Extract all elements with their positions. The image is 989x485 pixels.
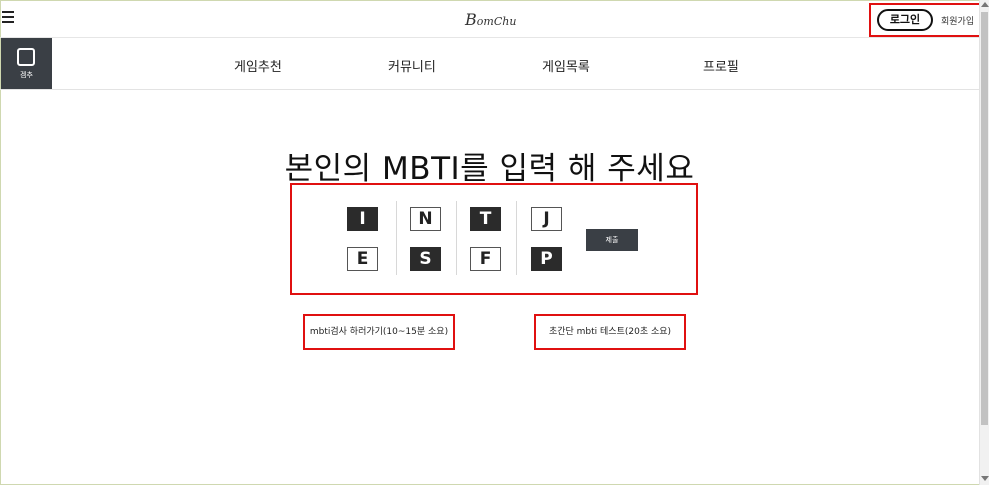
mbti-option-j[interactable]: J: [531, 207, 562, 231]
nav-item-community[interactable]: 커뮤니티: [388, 56, 436, 75]
mbti-option-e[interactable]: E: [347, 247, 378, 271]
logo-mark: B: [465, 10, 477, 29]
site-logo[interactable]: BomChu: [465, 10, 516, 29]
brand-label: 겜추: [20, 71, 33, 79]
scroll-down-arrow-icon[interactable]: [981, 476, 989, 481]
brand-home-button[interactable]: 겜추: [1, 38, 52, 89]
hamburger-menu-icon[interactable]: [2, 9, 16, 25]
mbti-option-p[interactable]: P: [531, 247, 562, 271]
login-button[interactable]: 로그인: [877, 9, 933, 31]
top-header: BomChu 로그인 회원가입: [0, 0, 981, 38]
scroll-up-arrow-icon[interactable]: [981, 2, 989, 7]
nav-item-profile[interactable]: 프로필: [703, 56, 739, 75]
brand-square-icon: [17, 48, 35, 66]
vertical-scrollbar[interactable]: [979, 0, 989, 485]
mbti-option-f[interactable]: F: [470, 247, 501, 271]
mbti-option-i[interactable]: I: [347, 207, 378, 231]
mbti-option-s[interactable]: S: [410, 247, 441, 271]
mbti-full-test-link[interactable]: mbti검사 하러가기(10~15분 소요): [303, 314, 455, 350]
logo-text: omChu: [476, 15, 517, 28]
nav-item-game-recommend[interactable]: 게임추천: [234, 56, 282, 75]
mbti-selector: I E N S T F J P 제출: [290, 183, 698, 295]
mbti-column-ns: N S: [396, 201, 456, 275]
mbti-column-tf: T F: [456, 201, 516, 275]
mbti-option-t[interactable]: T: [470, 207, 501, 231]
scroll-thumb[interactable]: [981, 12, 988, 425]
mbti-option-n[interactable]: N: [410, 207, 441, 231]
submit-button[interactable]: 제출: [586, 229, 638, 251]
main-nav: 겜추 게임추천 커뮤니티 게임목록 프로필: [0, 38, 979, 90]
mbti-column-jp: J P: [516, 201, 576, 275]
auth-area: 로그인 회원가입: [869, 3, 981, 37]
page-title: 본인의 MBTI를 입력 해 주세요: [284, 151, 695, 187]
nav-item-game-list[interactable]: 게임목록: [542, 56, 590, 75]
mbti-column-ie: I E: [336, 201, 396, 275]
signup-link[interactable]: 회원가입: [941, 14, 974, 27]
mbti-quick-test-link[interactable]: 초간단 mbti 테스트(20초 소요): [534, 314, 686, 350]
